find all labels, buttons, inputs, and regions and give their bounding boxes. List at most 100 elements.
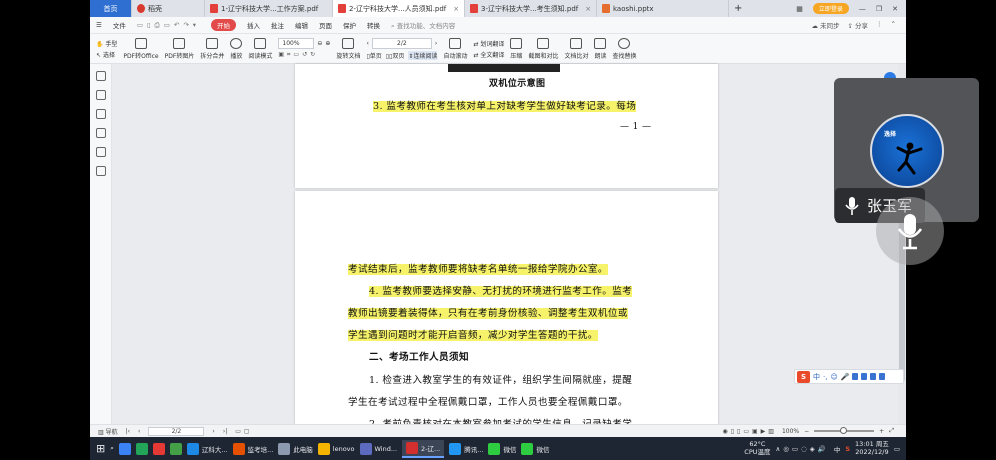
skin-icon[interactable] (861, 373, 868, 380)
menu-edit[interactable]: 编辑 (295, 20, 308, 30)
screenshot-compare-button[interactable]: 截图和对比 (528, 37, 558, 60)
more-icon[interactable]: ⋮ (876, 20, 883, 30)
nav-pane-button[interactable]: ▥ 导航 (98, 427, 118, 436)
taskbar-app[interactable] (152, 442, 165, 455)
sogou-tray-icon[interactable]: S (845, 445, 850, 453)
tab-pdf-1[interactable]: 1-辽宁科技大学...工作方案.pdf (205, 0, 333, 17)
layers-icon[interactable] (95, 166, 106, 176)
doc-compare-button[interactable]: 文档比对 (564, 37, 588, 60)
tray-lang[interactable]: 中 (834, 444, 841, 454)
prev-page-status-icon[interactable]: ‹ (138, 428, 140, 435)
taskbar-app[interactable] (118, 442, 131, 455)
tab-pdf-3[interactable]: 3-辽宁科技大学...考生须知.pdf × (465, 0, 597, 17)
start-icon[interactable]: ⊞ (96, 442, 105, 455)
thumbnail-icon[interactable] (95, 90, 106, 100)
read-aloud-button[interactable]: 朗读 (594, 37, 606, 60)
signature-icon[interactable] (95, 147, 106, 157)
share-button[interactable]: ⇪ 分享 (848, 20, 869, 30)
toolbox-icon[interactable] (870, 373, 877, 380)
punctuation-icon[interactable]: ·, (823, 373, 827, 381)
taskbar-app[interactable]: 微信 (521, 442, 549, 455)
zoom-slider[interactable] (814, 427, 875, 434)
tab-home[interactable]: 首页 (90, 0, 132, 17)
status-page-input[interactable]: 2/2 (148, 426, 205, 436)
prev-page-icon[interactable]: ‹ (366, 40, 368, 47)
menu-file[interactable]: 文件 (113, 20, 126, 30)
first-page-icon[interactable]: |‹ (126, 428, 130, 435)
rotate-button[interactable]: 旋转文档 (336, 37, 360, 60)
settings-grid-icon[interactable] (879, 373, 886, 380)
taskbar-app[interactable]: 2-辽... (402, 439, 445, 458)
continuous-button[interactable]: ⇕连续阅读 (408, 50, 438, 60)
voice-icon[interactable]: 🎤 (841, 373, 850, 381)
find-replace-button[interactable]: 查找替换 (612, 37, 637, 60)
tab-docer[interactable]: 稻壳 (132, 0, 205, 17)
taskbar-app[interactable] (135, 442, 148, 455)
zoom-in-status-icon[interactable]: + (879, 428, 884, 435)
quick-access-icons[interactable]: ▭▯⎙▭↶↷▾ (137, 21, 200, 30)
menu-page[interactable]: 页面 (319, 20, 332, 30)
search-taskbar-icon[interactable]: ⌕ (110, 444, 114, 453)
bookmark-icon[interactable] (95, 71, 106, 81)
taskbar-app[interactable]: Wind... (359, 442, 397, 455)
auto-scroll-button[interactable]: 自动滚动 (443, 37, 467, 60)
full-translate-button[interactable]: ⇄ 全文翻译 (473, 50, 504, 59)
taskbar-app[interactable]: 此电脑 (278, 442, 313, 455)
zoom-select[interactable]: 100% (278, 38, 315, 49)
tray-icons[interactable]: ∧◎▭◌◈🔊 (776, 445, 829, 453)
taskbar-app[interactable]: 辽科大... (186, 442, 228, 455)
pdf-to-office-button[interactable]: PDF转Office (123, 37, 159, 60)
fit-icons[interactable]: ▭▢ (235, 428, 252, 435)
ime-mode[interactable]: 中 (813, 372, 820, 382)
last-page-icon[interactable]: ›| (223, 428, 227, 435)
keyboard-icon[interactable] (852, 373, 859, 380)
taskbar-app[interactable]: 腾讯... (449, 442, 483, 455)
taskbar-app[interactable]: lenovo (317, 442, 355, 455)
split-merge-button[interactable]: 拆分合并 (200, 37, 224, 60)
menu-insert[interactable]: 插入 (247, 20, 260, 30)
fullscreen-icon[interactable]: ⤢ (889, 427, 894, 435)
word-translate-button[interactable]: ⇄ 划词翻译 (473, 39, 504, 48)
menu-comment[interactable]: 批注 (271, 20, 284, 30)
taskbar-app[interactable] (169, 442, 182, 455)
clock[interactable]: 13:01 周五 2022/12/9 (855, 441, 889, 455)
hand-tool[interactable]: ✋ 手型 (96, 39, 117, 48)
play-button[interactable]: 播放 (230, 37, 242, 60)
zoom-out-icon[interactable]: ⊖ (317, 40, 322, 47)
emoji-icon[interactable]: ☺ (830, 373, 837, 381)
tab-pdf-2[interactable]: 2-辽宁科技大学...人员须知.pdf × (333, 0, 465, 17)
status-zoom-value[interactable]: 100% (782, 428, 799, 435)
new-tab-button[interactable]: + (729, 0, 747, 17)
menu-convert[interactable]: 转换 (367, 20, 380, 30)
compress-button[interactable]: 压缩 (510, 37, 522, 60)
notification-icon[interactable]: ▭ (894, 445, 900, 453)
menu-protect[interactable]: 保护 (343, 20, 356, 30)
sync-status[interactable]: ☁ 未同步 (811, 20, 839, 30)
close-window-icon[interactable]: ✕ (892, 5, 898, 13)
login-button[interactable]: 立即登录 (812, 3, 849, 14)
grid-icon[interactable]: ▦ (796, 5, 803, 13)
zoom-slider-knob[interactable] (840, 427, 848, 434)
single-page-button[interactable]: ▯单页 (366, 51, 381, 60)
double-page-button[interactable]: ▯▯双页 (386, 51, 405, 60)
weather-widget[interactable]: 62°C CPU温度 (744, 441, 770, 455)
page-input[interactable]: 2/2 (371, 37, 432, 49)
restore-icon[interactable]: ❐ (876, 5, 882, 13)
attachment-icon[interactable] (95, 128, 106, 138)
read-mode-button[interactable]: 阅读模式 (248, 37, 272, 60)
collapse-icon[interactable]: ⌃ (891, 20, 896, 30)
command-search[interactable]: ⌕ 查找功能、文档内容 (391, 20, 455, 31)
comment-icon[interactable] (95, 109, 106, 119)
select-tool[interactable]: ↖ 选择 (96, 50, 117, 59)
zoom-out-status-icon[interactable]: − (804, 428, 809, 435)
taskbar-app[interactable]: 监考培... (232, 442, 273, 455)
view-tool-icons[interactable]: ▣⌗▭↺↻ (278, 51, 330, 59)
next-page-icon[interactable]: › (435, 40, 437, 47)
taskbar-app[interactable]: 微信 (488, 442, 516, 455)
tab-pptx[interactable]: kaoshi.pptx (597, 0, 729, 17)
zoom-in-icon[interactable]: ⊕ (325, 40, 330, 47)
document-viewport[interactable]: 双机位示意图 3. 监考教师在考生核对单上对缺考学生做好缺考记录。每场 — 1 … (112, 64, 906, 430)
close-icon[interactable]: × (449, 5, 459, 13)
view-mode-icons[interactable]: ◉▯▯▭▣▶▥ (723, 428, 777, 435)
menu-start[interactable]: 开始 (211, 19, 237, 31)
